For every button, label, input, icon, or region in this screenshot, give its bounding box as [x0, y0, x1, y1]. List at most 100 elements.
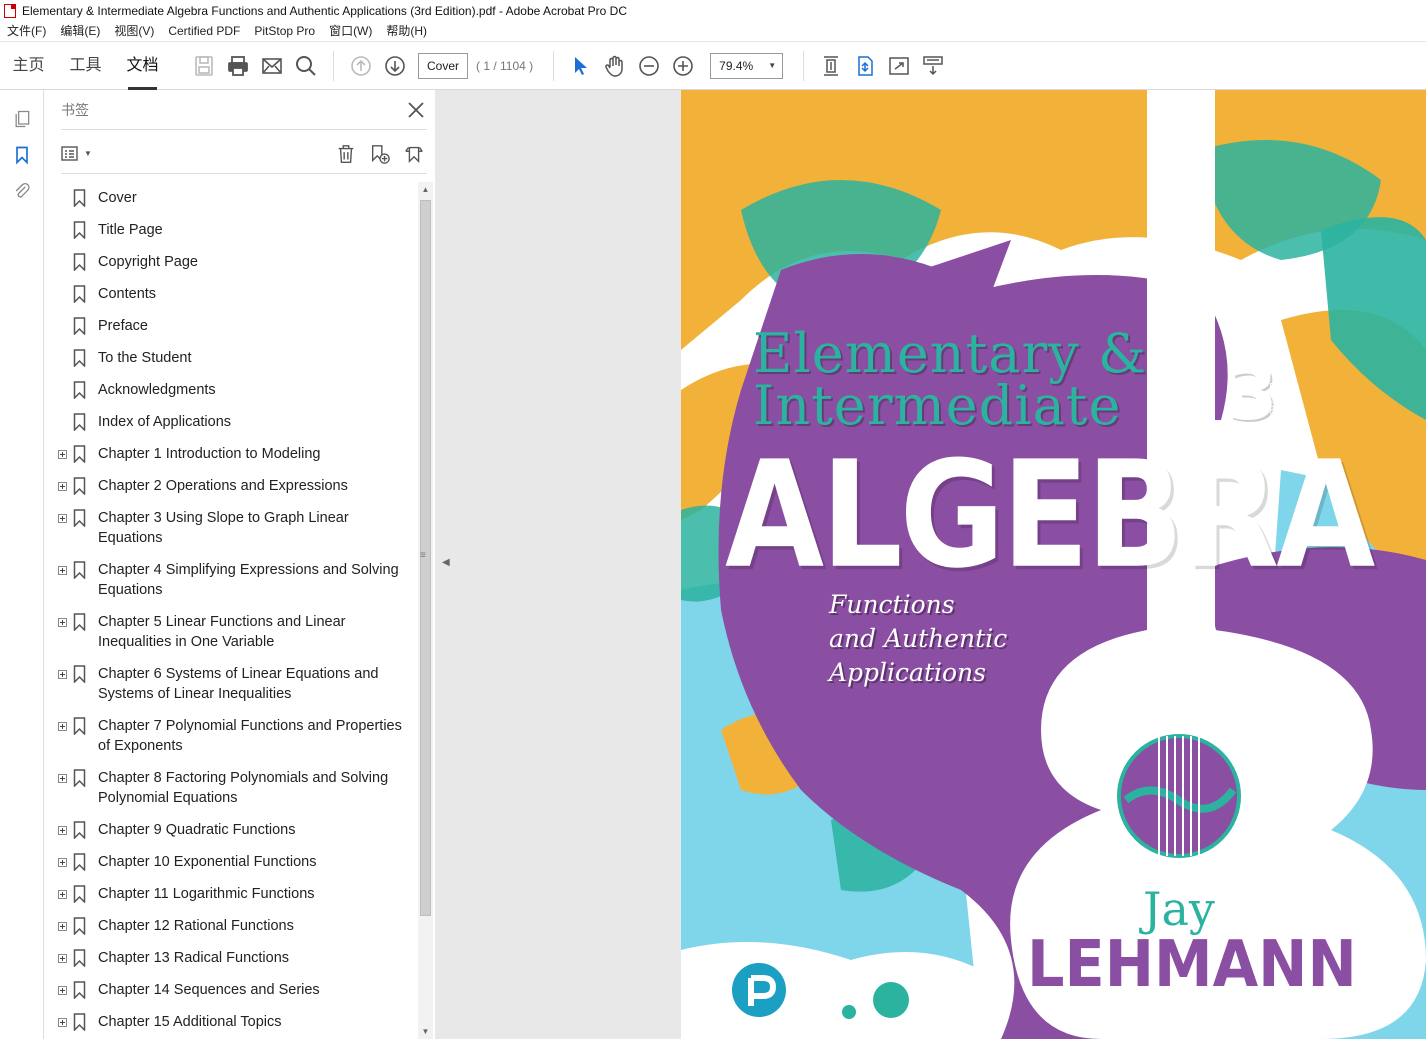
expand-toggle-icon[interactable]: [55, 476, 69, 496]
menu-edit[interactable]: 编辑(E): [53, 21, 107, 42]
email-button[interactable]: [255, 49, 289, 83]
bookmark-icon: [71, 852, 87, 872]
plus-box-icon: [57, 953, 67, 963]
save-button[interactable]: [187, 49, 221, 83]
cover-edition-suffix: RD: [1266, 362, 1292, 381]
menu-certified-pdf[interactable]: Certified PDF: [161, 21, 247, 42]
panel-resize-handle[interactable]: ≡: [420, 550, 430, 562]
read-mode-button[interactable]: [916, 49, 950, 83]
trash-icon: [338, 144, 354, 163]
bookmark-item[interactable]: Chapter 14 Sequences and Series: [55, 974, 417, 1006]
zoom-select[interactable]: 79.4% ▼: [710, 52, 784, 79]
expand-toggle-icon[interactable]: [55, 852, 69, 872]
menu-help[interactable]: 帮助(H): [379, 21, 434, 42]
options-menu-button[interactable]: ▼: [61, 145, 92, 162]
zoom-out-button[interactable]: [632, 49, 666, 83]
search-button[interactable]: [289, 49, 323, 83]
page-thumbnails-button[interactable]: [9, 106, 35, 132]
expand-toggle-icon[interactable]: [55, 560, 69, 580]
bookmark-item[interactable]: Chapter 2 Operations and Expressions: [55, 470, 417, 502]
bookmark-item[interactable]: Preface: [55, 310, 417, 342]
expand-toggle-icon[interactable]: [55, 1012, 69, 1032]
fit-page-icon: [824, 55, 839, 76]
plus-box-icon: [57, 1017, 67, 1027]
tab-home[interactable]: 主页: [0, 42, 57, 90]
menu-file[interactable]: 文件(F): [0, 21, 53, 42]
bookmark-item[interactable]: Chapter 4 Simplifying Expressions and So…: [55, 554, 417, 606]
expand-toggle-icon[interactable]: [55, 916, 69, 936]
bookmark-item[interactable]: Chapter 15 Additional Topics: [55, 1006, 417, 1038]
bookmark-item[interactable]: Chapter 6 Systems of Linear Equations an…: [55, 658, 417, 710]
bookmark-item[interactable]: Copyright Page: [55, 246, 417, 278]
bookmark-label: Chapter 7 Polynomial Functions and Prope…: [98, 718, 402, 754]
previous-page-button[interactable]: [344, 49, 378, 83]
close-panel-button[interactable]: [405, 99, 427, 121]
expand-toggle-icon[interactable]: [55, 612, 69, 632]
bookmark-item[interactable]: Chapter 1 Introduction to Modeling: [55, 438, 417, 470]
bookmark-item[interactable]: Index of Applications: [55, 406, 417, 438]
expand-bookmark-button[interactable]: [401, 141, 427, 167]
bookmark-icon: [71, 560, 87, 580]
zoom-in-button[interactable]: [666, 49, 700, 83]
expand-toggle-icon[interactable]: [55, 820, 69, 840]
bookmark-label: Chapter 9 Quadratic Functions: [98, 822, 296, 838]
page-scroll-icon: [858, 55, 873, 76]
plus-box-icon: [57, 721, 67, 731]
expand-toggle-icon[interactable]: [55, 884, 69, 904]
bookmark-icon: [71, 412, 87, 432]
expand-toggle-icon[interactable]: [55, 664, 69, 684]
bookmark-item[interactable]: Chapter 3 Using Slope to Graph Linear Eq…: [55, 502, 417, 554]
print-button[interactable]: [221, 49, 255, 83]
bookmark-label: Acknowledgments: [98, 382, 216, 398]
bookmark-item[interactable]: Title Page: [55, 214, 417, 246]
menu-window[interactable]: 窗口(W): [322, 21, 379, 42]
scroll-up-icon[interactable]: ▲: [418, 182, 433, 197]
full-screen-button[interactable]: [882, 49, 916, 83]
menu-pitstop-pro[interactable]: PitStop Pro: [247, 21, 322, 42]
bookmark-item[interactable]: Chapter 12 Rational Functions: [55, 910, 417, 942]
bookmarks-scrollbar[interactable]: ▲ ▼: [418, 182, 433, 1039]
plus-box-icon: [57, 669, 67, 679]
bookmark-icon: [71, 284, 87, 304]
bookmark-item[interactable]: Chapter 8 Factoring Polynomials and Solv…: [55, 762, 417, 814]
expand-toggle-icon[interactable]: [55, 444, 69, 464]
zoom-value: 79.4%: [719, 58, 754, 73]
bookmark-item[interactable]: To the Student: [55, 342, 417, 374]
bookmarks-button[interactable]: [9, 142, 35, 168]
bookmark-item[interactable]: Chapter 11 Logarithmic Functions: [55, 878, 417, 910]
navigation-pane: [0, 90, 44, 1039]
expand-toggle-icon[interactable]: [55, 948, 69, 968]
bookmark-icon: [71, 716, 87, 736]
bookmark-item[interactable]: Contents: [55, 278, 417, 310]
expand-toggle-icon[interactable]: [55, 768, 69, 788]
scroll-mode-button[interactable]: [848, 49, 882, 83]
fit-page-button[interactable]: [814, 49, 848, 83]
select-tool-button[interactable]: [564, 49, 598, 83]
bookmark-item[interactable]: Chapter 5 Linear Functions and Linear In…: [55, 606, 417, 658]
scroll-down-icon[interactable]: ▼: [418, 1024, 433, 1039]
bookmark-item[interactable]: Chapter 13 Radical Functions: [55, 942, 417, 974]
collapse-panel-icon[interactable]: ◀: [442, 557, 452, 571]
bookmark-item[interactable]: Chapter 10 Exponential Functions: [55, 846, 417, 878]
bookmark-label: Chapter 4 Simplifying Expressions and So…: [98, 562, 399, 598]
expand-toggle-icon[interactable]: [55, 980, 69, 1000]
bookmark-label: Chapter 13 Radical Functions: [98, 950, 290, 966]
tab-document[interactable]: 文档: [114, 42, 171, 90]
bookmark-item[interactable]: Chapter 7 Polynomial Functions and Prope…: [55, 710, 417, 762]
bookmark-item[interactable]: Cover: [55, 182, 417, 214]
expand-toggle-icon[interactable]: [55, 508, 69, 528]
cover-title-line1: Elementary &: [753, 322, 1148, 385]
page-number-input[interactable]: Cover: [418, 52, 468, 79]
menu-view[interactable]: 视图(V): [107, 21, 161, 42]
hand-tool-button[interactable]: [598, 49, 632, 83]
new-bookmark-button[interactable]: [367, 141, 393, 167]
expand-toggle-icon[interactable]: [55, 716, 69, 736]
next-page-button[interactable]: [378, 49, 412, 83]
delete-bookmark-button[interactable]: [333, 141, 359, 167]
bookmark-label: Chapter 8 Factoring Polynomials and Solv…: [98, 770, 389, 806]
tab-tools[interactable]: 工具: [57, 42, 114, 90]
attachments-button[interactable]: [9, 178, 35, 204]
bookmark-item[interactable]: Chapter 9 Quadratic Functions: [55, 814, 417, 846]
bookmark-item[interactable]: Acknowledgments: [55, 374, 417, 406]
